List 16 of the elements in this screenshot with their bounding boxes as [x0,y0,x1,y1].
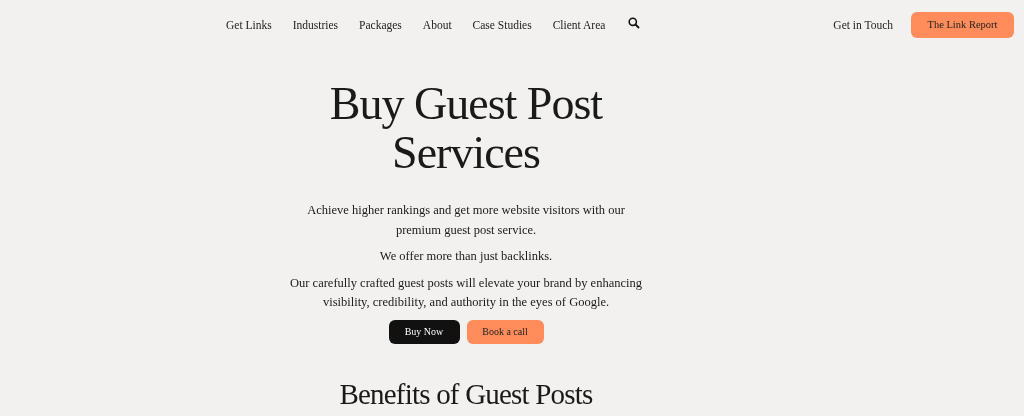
nav-link[interactable]: Packages [359,18,402,31]
nav-link[interactable]: About [422,18,452,31]
search-icon[interactable] [628,17,641,29]
nav-link[interactable]: Get Links [226,18,272,31]
section-heading: Benefits of Guest Posts [339,377,593,411]
call-button[interactable]: Book a call [466,319,544,344]
nav-link[interactable]: Industries [292,18,339,31]
nav-link[interactable]: Client Area [552,18,606,31]
hero-paragraph: Achieve higher rankings and get more website visitors with our premium guest post service. [306,202,626,239]
hero-paragraph: We offer more than just backlinks. [378,248,554,265]
hero-title: Buy Guest Post Services [328,79,604,177]
contact-link[interactable]: Get in Touch [833,18,893,31]
nav-link[interactable]: Case Studies [472,18,532,31]
buy-button[interactable]: Buy Now [388,319,460,344]
report-button[interactable]: The Link Report [911,11,1014,38]
hero-paragraph: Our carefully crafted guest posts will elevate your brand by enhancing visibility, credibility, and authority in the eyes of Google. [289,274,643,311]
